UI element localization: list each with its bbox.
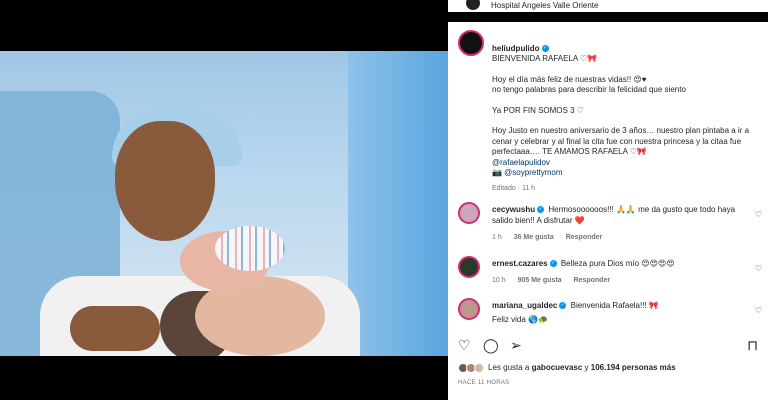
commenter-avatar[interactable] xyxy=(458,256,480,278)
comment-text: mariana_ugaldec ✓ Bienvenida Rafaela!!! 🎀… xyxy=(492,300,747,325)
caption-paragraph: Ya POR FIN SOMOS 3 ♡ xyxy=(492,105,584,115)
reply-button[interactable]: Responder xyxy=(566,234,603,241)
commenter-avatar[interactable] xyxy=(458,298,480,320)
comment-body: Bienvenida Rafaela!!! 🎀 xyxy=(570,301,659,310)
comment-body: Feliz vida 🌎🐢 xyxy=(492,315,548,324)
caption-body: heliudpulido ✓ BIENVENIDA RAFAELA ♡🎀 Hoy … xyxy=(492,33,760,194)
liker-username[interactable]: gabocuevasc xyxy=(532,363,583,372)
comment-icon[interactable]: ◯ xyxy=(483,337,499,354)
reply-button[interactable]: Responder xyxy=(574,277,611,284)
heart-icon[interactable]: ♡ xyxy=(755,264,762,273)
commenter-avatar[interactable] xyxy=(458,202,480,224)
comment-body: Belleza pura Dios mío 😍😍😍😍 xyxy=(560,259,675,268)
commenter-username[interactable]: ernest.cazares xyxy=(492,259,548,268)
caption-title: BIENVENIDA RAFAELA ♡🎀 xyxy=(492,54,598,63)
liker-avatars xyxy=(458,363,484,373)
comment-likes[interactable]: 905 Me gusta xyxy=(518,277,562,284)
comment-text: cecywushu ✓ Hermosoooooos!!! 🙏🙏 me da gus… xyxy=(492,204,747,243)
action-bar: ♡ ◯ ➢ ⊓ xyxy=(458,337,758,355)
likes-summary[interactable]: Les gusta a gabocuevasc y 106.194 person… xyxy=(458,363,676,373)
post-panel: heliudpulido ✓ BIENVENIDA RAFAELA ♡🎀 Hoy … xyxy=(448,22,768,400)
bookmark-icon[interactable]: ⊓ xyxy=(747,337,758,354)
caption-paragraph: Hoy el día más feliz de nuestras vidas!!… xyxy=(492,74,686,95)
commenter-username[interactable]: cecywushu xyxy=(492,205,535,214)
mention-link[interactable]: 📷 @soyprettymom xyxy=(492,168,760,179)
mention-link[interactable]: @rafaelapulidov xyxy=(492,158,760,169)
avatar[interactable] xyxy=(466,0,480,10)
father-arm xyxy=(70,306,160,351)
likes-middle: y xyxy=(582,363,591,373)
comment-likes[interactable]: 36 Me gusta xyxy=(514,234,554,241)
heart-icon[interactable]: ♡ xyxy=(755,306,762,315)
surgical-drape-blue xyxy=(348,51,448,356)
author-avatar[interactable] xyxy=(458,30,484,56)
post-timestamp: HACE 11 HORAS xyxy=(458,380,510,386)
verified-icon: ✓ xyxy=(549,260,557,268)
comment-meta: 10 h 905 Me gusta Responder xyxy=(492,275,747,286)
edited-timestamp: Editado · 11 h xyxy=(492,184,536,192)
comment-time: 1 h xyxy=(492,234,502,241)
likes-prefix: Les gusta a xyxy=(488,363,532,373)
share-icon[interactable]: ➢ xyxy=(510,337,522,354)
verified-icon: ✓ xyxy=(537,206,545,214)
location-bar: Hospital Angeles Valle Oriente xyxy=(448,0,768,12)
newborn-hat xyxy=(215,226,285,271)
post-media xyxy=(0,0,448,400)
commenter-username[interactable]: mariana_ugaldec xyxy=(492,301,557,310)
author-username[interactable]: heliudpulido xyxy=(492,44,540,53)
comment-text: ernest.cazares ✓ Belleza pura Dios mío 😍😍… xyxy=(492,258,747,286)
caption-paragraph: Hoy Justo en nuestro aniversario de 3 añ… xyxy=(492,126,750,156)
father-face xyxy=(115,121,215,241)
verified-icon: ✓ xyxy=(559,302,567,310)
verified-icon: ✓ xyxy=(541,44,549,52)
post-photo[interactable] xyxy=(0,51,448,356)
comment-time: 10 h xyxy=(492,277,506,284)
heart-icon[interactable]: ♡ xyxy=(458,337,471,354)
comment-meta: 1 h 36 Me gusta Responder xyxy=(492,232,747,243)
location-link[interactable]: Hospital Angeles Valle Oriente xyxy=(491,1,598,10)
likes-count[interactable]: 106.194 personas más xyxy=(591,363,676,372)
heart-icon[interactable]: ♡ xyxy=(755,210,762,219)
